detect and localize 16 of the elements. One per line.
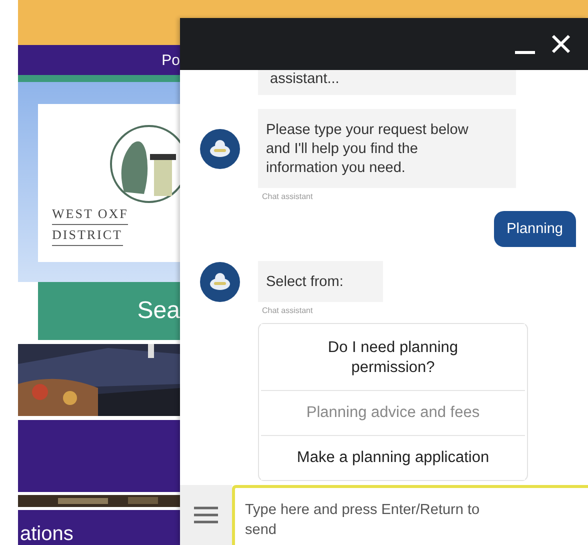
logo-text: WEST OXF <box>52 204 128 225</box>
option-button[interactable]: Make a planning application <box>261 435 525 480</box>
logo-text: DISTRICT <box>52 225 122 246</box>
menu-button[interactable] <box>180 485 232 545</box>
minimize-icon <box>515 51 535 54</box>
bot-message: Select from: <box>258 261 384 302</box>
user-message: Planning <box>494 211 576 247</box>
message-input[interactable]: Type here and press Enter/Return to send <box>232 485 588 545</box>
close-icon <box>551 34 571 54</box>
sender-label: Chat assistant <box>262 306 314 315</box>
nav-link[interactable]: Po <box>162 52 180 68</box>
sender-label: Chat assistant <box>262 192 314 201</box>
bot-message: assistant... <box>258 70 516 95</box>
section-heading: ations <box>20 523 74 545</box>
bot-message: Please type your request below and I'll help you find the information you need. <box>258 109 516 188</box>
menu-icon <box>194 506 218 524</box>
